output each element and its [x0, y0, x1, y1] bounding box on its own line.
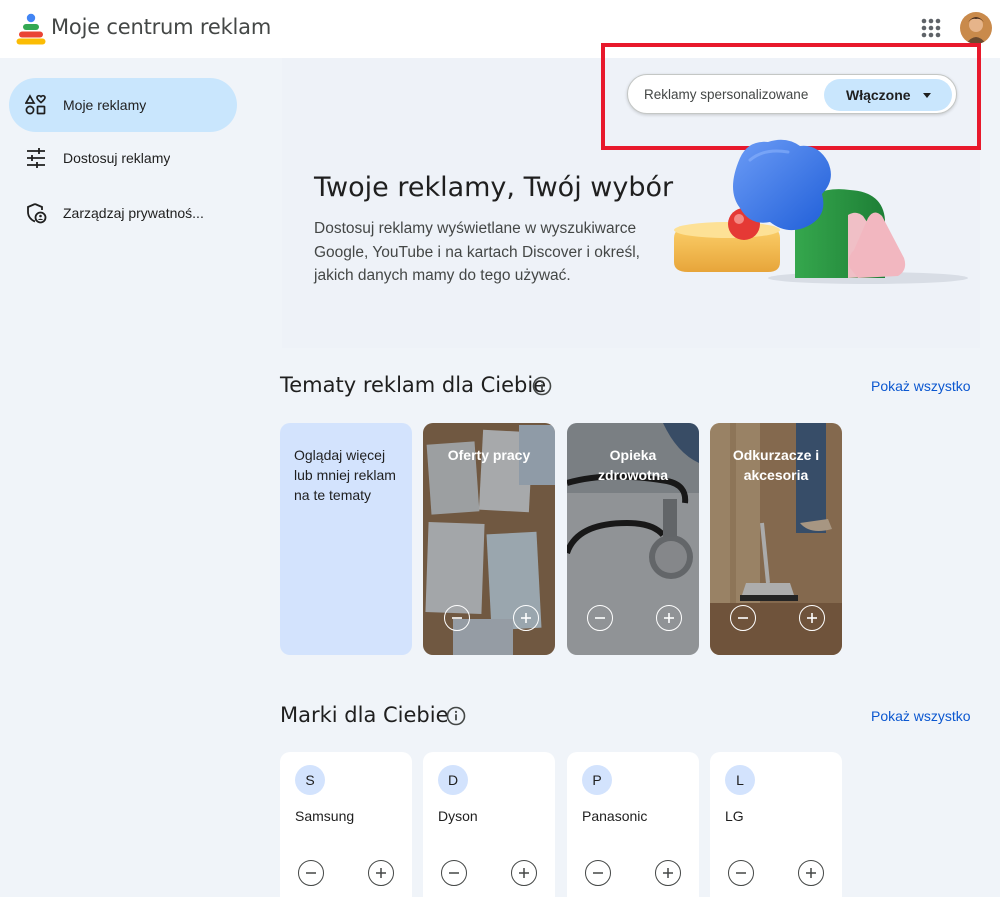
topic-card-title: Odkurzacze i akcesoria [732, 447, 820, 483]
topics-section-title: Tematy reklam dla Ciebie [280, 373, 547, 397]
topic-plus-button[interactable] [513, 605, 539, 631]
brand-card-dyson[interactable]: D Dyson [423, 752, 555, 897]
topic-minus-button[interactable] [444, 605, 470, 631]
minus-icon [595, 617, 605, 619]
plus-icon [664, 613, 674, 623]
brand-plus-button[interactable] [798, 860, 824, 886]
sidebar-item-my-ads[interactable]: Moje reklamy [9, 78, 237, 132]
app-title[interactable]: Moje centrum reklam [51, 15, 271, 39]
topic-card-title: Oferty pracy [447, 447, 531, 463]
topics-intro-card: Oglądaj więcej lub mniej reklam na te te… [280, 423, 412, 655]
ads-shapes-icon [25, 94, 46, 115]
brand-minus-button[interactable] [441, 860, 467, 886]
hero-shapes-illustration [674, 139, 968, 284]
brand-initial-avatar: L [725, 765, 755, 795]
minus-icon [593, 872, 603, 874]
user-avatar[interactable] [960, 12, 992, 44]
brand-name: Dyson [438, 808, 478, 824]
plus-icon [807, 613, 817, 623]
brand-plus-button[interactable] [368, 860, 394, 886]
minus-icon [449, 872, 459, 874]
brand-initial-avatar: S [295, 765, 325, 795]
sidebar-item-manage-privacy[interactable]: Zarządzaj prywatnoś... [9, 186, 237, 240]
brand-minus-button[interactable] [585, 860, 611, 886]
brand-plus-button[interactable] [655, 860, 681, 886]
plus-icon [521, 613, 531, 623]
brand-name: LG [725, 808, 744, 824]
brand-card-panasonic[interactable]: P Panasonic [567, 752, 699, 897]
brands-show-all-link[interactable]: Pokaż wszystko [871, 708, 971, 724]
topic-plus-button[interactable] [799, 605, 825, 631]
brand-plus-button[interactable] [511, 860, 537, 886]
topic-plus-button[interactable] [656, 605, 682, 631]
topic-minus-button[interactable] [730, 605, 756, 631]
google-ads-center-logo-icon[interactable] [16, 13, 46, 45]
sidebar-item-label: Dostosuj reklamy [63, 150, 171, 166]
minus-icon [452, 617, 462, 619]
sidebar-item-label: Zarządzaj prywatnoś... [63, 205, 204, 221]
sidebar: Moje reklamy Dostosuj reklamy Zarządzaj … [0, 58, 260, 897]
plus-icon [519, 868, 529, 878]
topic-card-title: Opieka zdrowotna [598, 447, 668, 483]
info-icon[interactable] [532, 376, 552, 396]
minus-icon [736, 872, 746, 874]
apps-grid-icon[interactable] [918, 15, 944, 41]
brands-section-title: Marki dla Ciebie [280, 703, 449, 727]
brand-initial-avatar: D [438, 765, 468, 795]
topic-card-healthcare[interactable]: Opieka zdrowotna [567, 423, 699, 655]
brand-card-samsung[interactable]: S Samsung [280, 752, 412, 897]
privacy-shield-icon [27, 203, 47, 224]
info-icon[interactable] [446, 706, 466, 726]
sidebar-item-label: Moje reklamy [63, 97, 147, 113]
brand-minus-button[interactable] [298, 860, 324, 886]
tune-sliders-icon [27, 148, 45, 168]
topics-show-all-link[interactable]: Pokaż wszystko [871, 378, 971, 394]
plus-icon [376, 868, 386, 878]
hero-title: Twoje reklamy, Twój wybór [314, 172, 674, 203]
minus-icon [738, 617, 748, 619]
hero-description: Dostosuj reklamy wyświetlane w wyszukiwa… [314, 220, 640, 284]
brand-initial-avatar: P [582, 765, 612, 795]
topic-card-vacuum-cleaners[interactable]: Odkurzacze i akcesoria [710, 423, 842, 655]
brand-card-lg[interactable]: L LG [710, 752, 842, 897]
sidebar-item-customize-ads[interactable]: Dostosuj reklamy [9, 131, 237, 185]
topics-intro-text: Oglądaj więcej lub mniej reklam na te te… [294, 447, 396, 503]
minus-icon [306, 872, 316, 874]
brand-minus-button[interactable] [728, 860, 754, 886]
brand-name: Samsung [295, 808, 355, 824]
brand-name: Panasonic [582, 808, 648, 824]
plus-icon [663, 868, 673, 878]
topic-card-job-offers[interactable]: Oferty pracy [423, 423, 555, 655]
plus-icon [806, 868, 816, 878]
topic-minus-button[interactable] [587, 605, 613, 631]
